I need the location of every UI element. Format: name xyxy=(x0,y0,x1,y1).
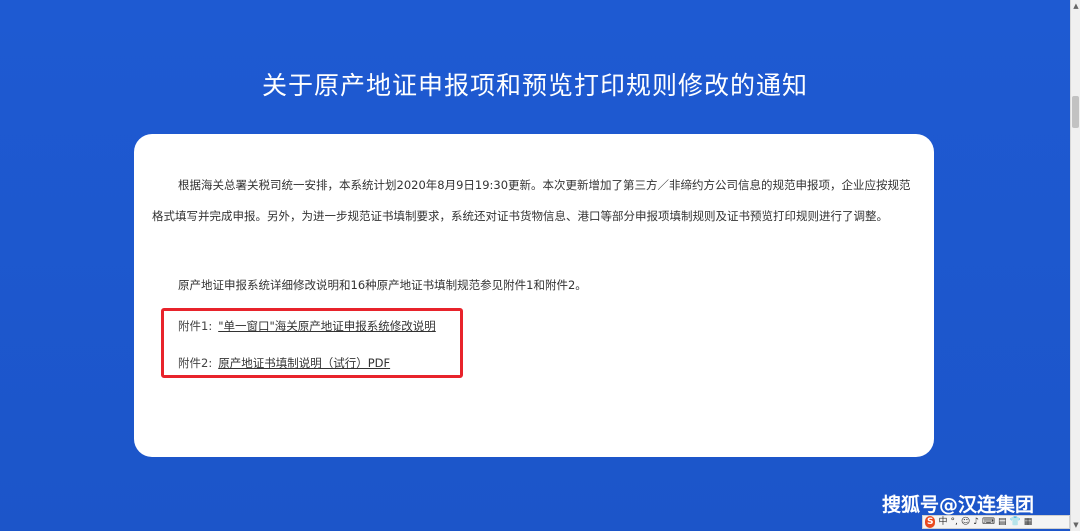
attachment-link-2[interactable]: 原产地证书填制说明（试行）PDF xyxy=(218,356,390,370)
sogou-logo-icon[interactable]: S xyxy=(925,516,936,528)
ime-toolbar[interactable]: S 中 °, ☺ ♪ ⌨ ▤ 👕 ▦ xyxy=(922,515,1070,529)
keyboard-icon[interactable]: ⌨ xyxy=(982,516,995,528)
attachment-link-1[interactable]: "单一窗口"海关原产地证申报系统修改说明 xyxy=(218,319,436,333)
attachment-row-2: 附件2: 原产地证书填制说明（试行）PDF xyxy=(178,355,390,371)
toolbox-icon[interactable]: ▤ xyxy=(998,516,1007,528)
vertical-scrollbar[interactable]: ▲ ▼ xyxy=(1070,0,1080,531)
notice-card: 根据海关总署关税司统一安排，本系统计划2020年8月9日19:30更新。本次更新… xyxy=(134,134,934,457)
page-title: 关于原产地证申报项和预览打印规则修改的通知 xyxy=(261,71,808,100)
scroll-up-arrow-icon[interactable]: ▲ xyxy=(1072,2,1080,10)
attachment-label-1: 附件1: xyxy=(178,319,213,333)
skin-icon[interactable]: 👕 xyxy=(1010,516,1021,528)
notice-paragraph-2: 原产地证申报系统详细修改说明和16种原产地证书填制规范参见附件1和附件2。 xyxy=(178,278,587,292)
punctuation-icon[interactable]: °, xyxy=(951,516,958,528)
emoji-icon[interactable]: ☺ xyxy=(961,516,970,528)
voice-icon[interactable]: ♪ xyxy=(973,516,979,528)
attachment-label-2: 附件2: xyxy=(178,356,213,370)
notice-paragraph-1: 根据海关总署关税司统一安排，本系统计划2020年8月9日19:30更新。本次更新… xyxy=(152,178,911,223)
scroll-thumb[interactable] xyxy=(1072,96,1079,128)
attachment-row-1: 附件1: "单一窗口"海关原产地证申报系统修改说明 xyxy=(178,318,436,334)
watermark-text: 搜狐号@汉连集团 xyxy=(882,494,1035,516)
scroll-down-arrow-icon[interactable]: ▼ xyxy=(1072,521,1080,529)
ime-mode-label[interactable]: 中 xyxy=(938,516,947,528)
grid-menu-icon[interactable]: ▦ xyxy=(1024,516,1033,528)
